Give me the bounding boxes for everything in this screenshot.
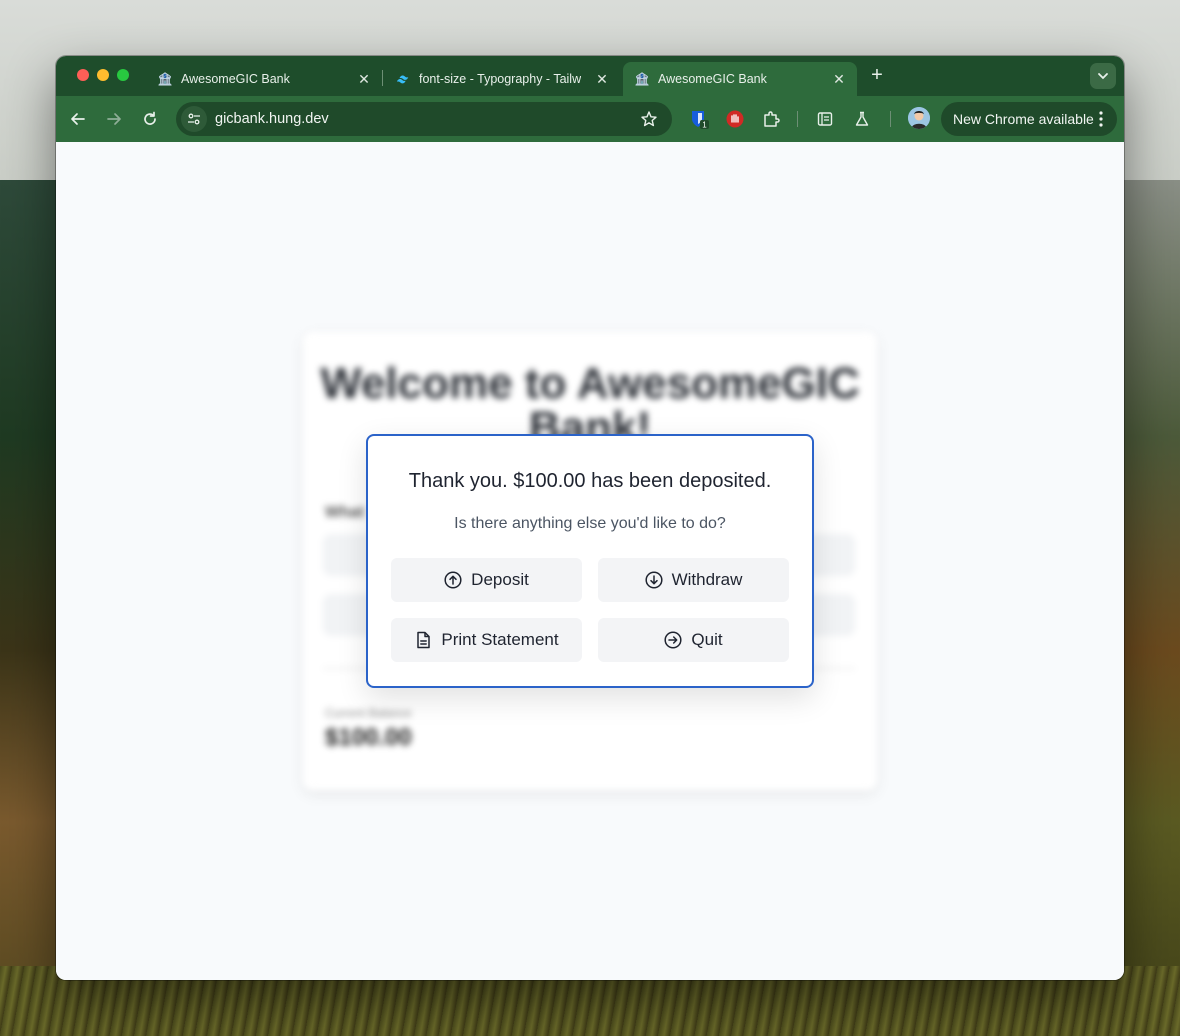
forward-button[interactable] <box>102 107 126 131</box>
browser-toolbar: gicbank.hung.dev 1 New Chrome available <box>56 96 1124 142</box>
tab-title: AwesomeGIC Bank <box>181 72 290 86</box>
dialog-prompt: Is there anything else you'd like to do? <box>454 515 726 532</box>
quit-button[interactable]: Quit <box>598 618 789 662</box>
print-statement-label: Print Statement <box>441 630 559 649</box>
reading-list-icon[interactable] <box>815 109 835 129</box>
arrow-right-circle-icon <box>664 631 682 649</box>
more-vert-icon <box>1099 111 1103 127</box>
arrow-up-circle-icon <box>444 571 462 589</box>
extensions-puzzle-icon[interactable] <box>761 109 781 129</box>
tab-search-button[interactable] <box>1090 63 1116 89</box>
page-content: Welcome to AwesomeGIC Bank! What Current… <box>56 142 1124 980</box>
dialog-message: Thank you. $100.00 has been deposited. <box>408 470 772 492</box>
toolbar-divider <box>797 111 798 127</box>
tab-close-icon[interactable]: ✕ <box>594 71 610 88</box>
bitwarden-extension-icon[interactable]: 1 <box>689 109 709 129</box>
chevron-down-icon <box>1098 73 1108 80</box>
tab-bar: 🏦 AwesomeGIC Bank ✕ font-size - Typograp… <box>56 56 1124 96</box>
url-text: gicbank.hung.dev <box>215 111 329 127</box>
deposit-label: Deposit <box>471 570 529 589</box>
back-button[interactable] <box>66 107 90 131</box>
arrow-left-icon <box>71 113 85 125</box>
tab-awesomegic-1[interactable]: 🏦 AwesomeGIC Bank ✕ <box>146 62 382 96</box>
deposit-confirmation-dialog: Thank you. $100.00 has been deposited. I… <box>366 434 814 688</box>
site-settings-icon[interactable] <box>181 106 207 132</box>
tab-title: AwesomeGIC Bank <box>658 72 767 86</box>
chrome-update-button[interactable]: New Chrome available <box>941 102 1117 136</box>
withdraw-button[interactable]: Withdraw <box>598 558 789 602</box>
reload-icon <box>144 111 156 125</box>
reload-button[interactable] <box>138 107 162 131</box>
address-bar[interactable]: gicbank.hung.dev <box>176 102 672 136</box>
arrow-down-circle-icon <box>645 571 663 589</box>
zoom-window-button[interactable] <box>117 69 129 81</box>
bookmark-star-icon[interactable] <box>640 110 658 128</box>
window-controls <box>77 69 129 81</box>
tailwind-icon <box>396 72 410 86</box>
close-window-button[interactable] <box>77 69 89 81</box>
tab-awesomegic-active[interactable]: 🏦 AwesomeGIC Bank ✕ <box>623 62 857 96</box>
arrow-right-icon <box>107 113 121 125</box>
document-icon <box>414 631 432 649</box>
balance-label: Current Balance <box>325 706 412 720</box>
extension-badge: 1 <box>702 121 707 130</box>
new-tab-button[interactable]: + <box>865 64 889 88</box>
minimize-window-button[interactable] <box>97 69 109 81</box>
tab-divider <box>382 70 383 86</box>
tab-title: font-size - Typography - Tailw <box>419 72 582 86</box>
profile-avatar[interactable] <box>908 107 930 129</box>
tab-close-icon[interactable]: ✕ <box>831 71 847 88</box>
question-label: What <box>325 504 365 521</box>
quit-label: Quit <box>691 630 723 649</box>
balance-value: $100.00 <box>325 724 412 751</box>
tab-tailwind[interactable]: font-size - Typography - Tailw ✕ <box>384 62 620 96</box>
toolbar-divider <box>890 111 891 127</box>
browser-window: 🏦 AwesomeGIC Bank ✕ font-size - Typograp… <box>56 56 1124 980</box>
tab-close-icon[interactable]: ✕ <box>356 71 372 88</box>
labs-flask-icon[interactable] <box>852 109 872 129</box>
deposit-button[interactable]: Deposit <box>391 558 582 602</box>
ublock-extension-icon[interactable] <box>725 109 745 129</box>
update-label: New Chrome available <box>953 111 1094 127</box>
print-statement-button[interactable]: Print Statement <box>391 618 582 662</box>
withdraw-label: Withdraw <box>671 570 743 589</box>
bank-icon: 🏦 <box>157 72 173 86</box>
bank-icon: 🏦 <box>634 72 650 86</box>
